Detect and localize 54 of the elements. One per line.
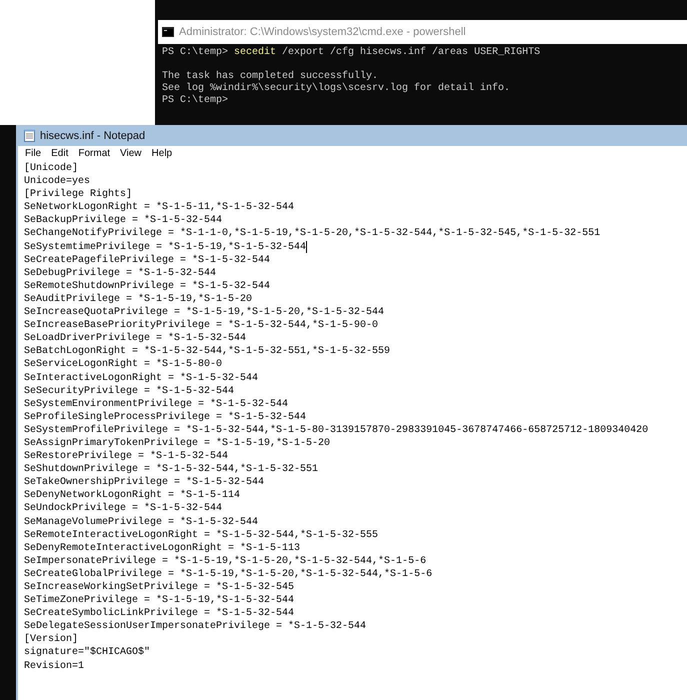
- text-line: SeRemoteInteractiveLogonRight = *S-1-5-32-544,*S-1-5-32-555: [24, 528, 378, 542]
- prompt-text: PS C:\temp>: [162, 47, 228, 59]
- text-line: SeBackupPrivilege = *S-1-5-32-544: [24, 214, 222, 228]
- text-line: SeCreateGlobalPrivilege = *S-1-5-19,*S-1-5-20,*S-1-5-32-544,*S-1-5-6: [24, 568, 432, 581]
- text-line: SeManageVolumePrivilege = *S-1-5-32-544: [24, 516, 258, 529]
- text-line: SeIncreaseWorkingSetPrivilege = *S-1-5-32-545: [24, 581, 294, 594]
- text-line: SeBatchLogonRight = *S-1-5-32-544,*S-1-5-32-551,*S-1-5-32-559: [24, 345, 390, 358]
- text-line: SeProfileSingleProcessPrivilege = *S-1-5-32-544: [24, 410, 306, 424]
- output-text: The task has completed successfully.: [162, 71, 378, 82]
- text-line: SeRemoteShutdownPrivilege = *S-1-5-32-544: [24, 280, 270, 293]
- console-icon: [162, 27, 174, 37]
- window-title: Administrator: C:\Windows\system32\cmd.exe - powershell: [179, 26, 466, 38]
- text-line: SeUndockPrivilege = *S-1-5-32-544: [24, 502, 222, 516]
- text-line: Revision=1: [24, 660, 84, 673]
- text-line: [Unicode]: [24, 162, 78, 176]
- text-line: [Privilege Rights]: [24, 188, 132, 202]
- text-line: Unicode=yes: [24, 175, 90, 188]
- text-line: SeTimeZonePrivilege = *S-1-5-19,*S-1-5-32-544: [24, 594, 294, 608]
- text-line: SeIncreaseQuotaPrivilege = *S-1-5-19,*S-1-5-20,*S-1-5-32-544: [24, 306, 384, 320]
- text-line: signature="$CHICAGO$": [24, 646, 150, 660]
- text-line: SeIncreaseBasePriorityPrivilege = *S-1-5-32-544,*S-1-5-90-0: [24, 319, 378, 332]
- notepad-icon: [24, 129, 35, 142]
- text-line: SeDelegateSessionUserImpersonatePrivilege = *S-1-5-32-544: [24, 620, 366, 634]
- text-line: SeNetworkLogonRight = *S-1-5-11,*S-1-5-32-544: [24, 201, 294, 214]
- text-line: SeInteractiveLogonRight = *S-1-5-32-544: [24, 372, 258, 385]
- command-name: secedit: [234, 47, 276, 59]
- text-line: SeShutdownPrivilege = *S-1-5-32-544,*S-1-5-32-551: [24, 463, 318, 476]
- menu-item[interactable]: View: [115, 147, 147, 160]
- prompt-text: PS C:\temp>: [162, 95, 228, 107]
- text-line: SeDenyNetworkLogonRight = *S-1-5-114: [24, 489, 240, 502]
- text-line: SeSecurityPrivilege = *S-1-5-32-544: [24, 384, 234, 398]
- menu-item[interactable]: Format: [73, 147, 116, 160]
- menu-item[interactable]: Help: [146, 147, 178, 160]
- text-line: SeServiceLogonRight = *S-1-5-80-0: [24, 358, 222, 372]
- text-line: SeCreateSymbolicLinkPrivilege = *S-1-5-32-544: [24, 607, 294, 620]
- text-line: SeAssignPrimaryTokenPrivilege = *S-1-5-19,*S-1-5-20: [24, 436, 330, 450]
- text-line: SeDebugPrivilege = *S-1-5-32-544: [24, 266, 216, 280]
- text-line: SeLoadDriverPrivilege = *S-1-5-32-544: [24, 332, 246, 346]
- text-line: SeTakeOwnershipPrivilege = *S-1-5-32-544: [24, 476, 264, 490]
- text-line: SeChangeNotifyPrivilege = *S-1-1-0,*S-1-5-19,*S-1-5-20,*S-1-5-32-544,*S-1-5-32-545,*S-1-5-32-551: [24, 227, 600, 241]
- output-text: See log %windir%\security\logs\scesrv.log for detail info.: [162, 83, 510, 94]
- window-title: hisecws.inf - Notepad: [40, 130, 146, 142]
- command-arguments: /export /cfg hisecws.inf /areas USER_RIGHTS: [282, 47, 540, 59]
- text-line: SeCreatePagefilePrivilege = *S-1-5-32-544: [24, 254, 270, 267]
- text-line: SeRestorePrivilege = *S-1-5-32-544: [24, 450, 228, 464]
- text-line: SeSystemEnvironmentPrivilege = *S-1-5-32-544: [24, 398, 288, 411]
- text-line: [Version]: [24, 633, 78, 646]
- menu-item[interactable]: File: [20, 147, 46, 160]
- text-line: SeSystemProfilePrivilege = *S-1-5-32-544,*S-1-5-80-3139157870-2983391045-3678747466-658725712-1809340420: [24, 424, 648, 437]
- text-line: SeImpersonatePrivilege = *S-1-5-19,*S-1-5-20,*S-1-5-32-544,*S-1-5-6: [24, 554, 426, 568]
- text-line: SeAuditPrivilege = *S-1-5-19,*S-1-5-20: [24, 292, 252, 306]
- text-line: SeSystemtimePrivilege = *S-1-5-19,*S-1-5-32-544: [24, 240, 306, 254]
- menu-item[interactable]: Edit: [46, 147, 74, 160]
- text-line: SeDenyRemoteInteractiveLogonRight = *S-1-5-113: [24, 542, 300, 555]
